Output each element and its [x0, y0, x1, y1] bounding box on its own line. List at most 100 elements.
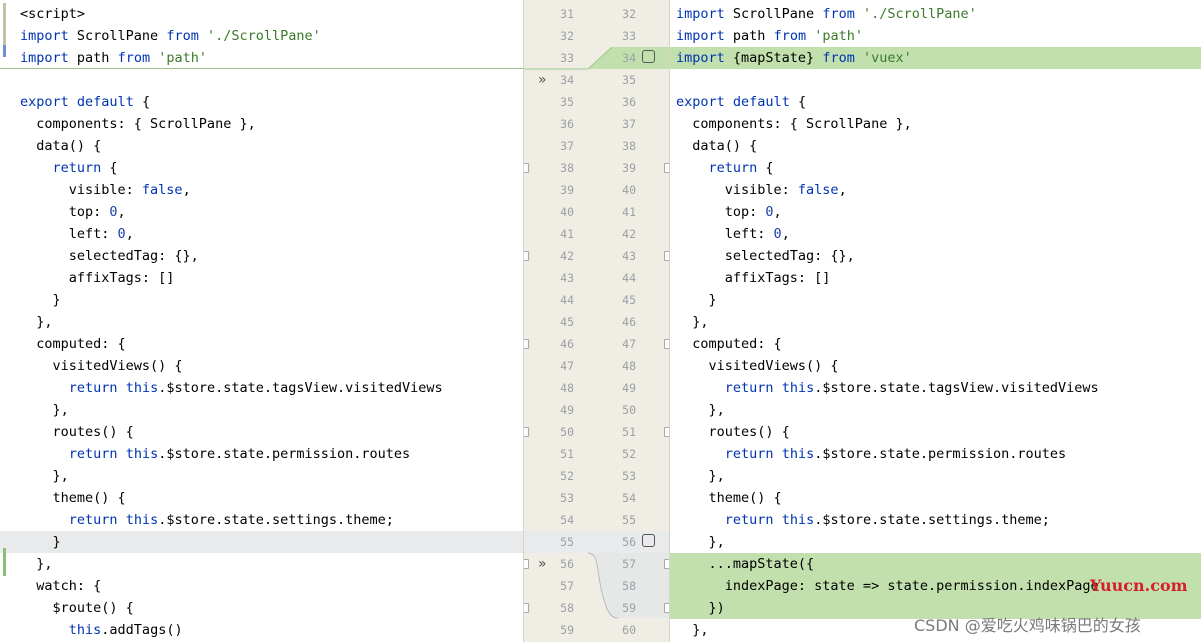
left-code-line[interactable]: top: 0, [0, 201, 523, 223]
left-code-line[interactable]: $route() { [0, 597, 523, 619]
left-code-line[interactable]: data() { [0, 135, 523, 157]
right-line-number: 58 [622, 579, 636, 593]
right-line-number: 57 [622, 557, 636, 571]
left-code-line[interactable]: watch: { [0, 575, 523, 597]
left-code-line[interactable]: return this.$store.state.permission.rout… [0, 443, 523, 465]
right-code-line[interactable]: affixTags: [] [670, 267, 1201, 289]
left-code-line[interactable]: selectedTag: {}, [0, 245, 523, 267]
right-code-line[interactable]: return this.$store.state.permission.rout… [670, 443, 1201, 465]
left-code-line[interactable]: import path from 'path' [0, 47, 523, 69]
left-code-text: <script> [20, 6, 86, 22]
right-code-line[interactable]: visitedViews() { [670, 355, 1201, 377]
checkbox-icon[interactable] [642, 50, 655, 63]
left-line-number: 41 [560, 227, 574, 241]
left-code-line[interactable]: <script> [0, 3, 523, 25]
right-code-line[interactable]: }, [670, 311, 1201, 333]
left-code-line[interactable]: left: 0, [0, 223, 523, 245]
left-line-number: 35 [560, 95, 574, 109]
left-code-line[interactable]: affixTags: [] [0, 267, 523, 289]
fold-marker-icon[interactable] [524, 427, 529, 437]
left-code-line[interactable]: }, [0, 399, 523, 421]
right-code-text: indexPage: state => state.permission.ind… [676, 578, 1099, 594]
right-code-text: }, [676, 314, 709, 330]
left-line-number: 52 [560, 469, 574, 483]
left-code-text: }, [20, 556, 53, 572]
left-line-number: 43 [560, 271, 574, 285]
right-code-text: theme() { [676, 490, 782, 506]
change-marker[interactable] [3, 3, 6, 47]
left-code-line[interactable]: } [0, 289, 523, 311]
left-code-line[interactable]: }, [0, 465, 523, 487]
right-line-number: 46 [622, 315, 636, 329]
right-line-number: 47 [622, 337, 636, 351]
right-line-number: 35 [622, 73, 636, 87]
apply-change-chevron-icon[interactable]: » [538, 556, 547, 572]
right-code-line[interactable]: routes() { [670, 421, 1201, 443]
left-code-line[interactable]: components: { ScrollPane }, [0, 113, 523, 135]
right-code-text: }) [676, 600, 725, 616]
right-code-line[interactable]: import {mapState} from 'vuex' [670, 47, 1201, 69]
right-line-number: 54 [622, 491, 636, 505]
left-code-line[interactable]: this.addTags() [0, 619, 523, 641]
left-code-text: visitedViews() { [20, 358, 183, 374]
right-code-line[interactable]: return this.$store.state.settings.theme; [670, 509, 1201, 531]
right-line-number: 59 [622, 601, 636, 615]
right-code-line[interactable] [670, 69, 1201, 91]
right-code-line[interactable]: visible: false, [670, 179, 1201, 201]
left-code-line[interactable]: return { [0, 157, 523, 179]
right-code-line[interactable]: }, [670, 399, 1201, 421]
left-code-line[interactable]: } [0, 531, 523, 553]
right-code-line[interactable]: computed: { [670, 333, 1201, 355]
fold-marker-icon[interactable] [524, 559, 529, 569]
fold-marker-icon[interactable] [524, 163, 529, 173]
right-editor-pane[interactable]: import ScrollPane from './ScrollPane' imp… [670, 0, 1201, 642]
left-code-text: data() { [20, 138, 102, 154]
left-code-line[interactable]: routes() { [0, 421, 523, 443]
right-code-line[interactable]: left: 0, [670, 223, 1201, 245]
right-code-line[interactable]: components: { ScrollPane }, [670, 113, 1201, 135]
right-code-line[interactable]: } [670, 289, 1201, 311]
left-line-number: 44 [560, 293, 574, 307]
right-code-line[interactable]: return this.$store.state.tagsView.visite… [670, 377, 1201, 399]
left-code-line[interactable]: }, [0, 311, 523, 333]
left-line-number: 50 [560, 425, 574, 439]
left-code-line[interactable]: computed: { [0, 333, 523, 355]
change-marker[interactable] [3, 548, 6, 576]
right-code-line[interactable]: selectedTag: {}, [670, 245, 1201, 267]
right-code-line[interactable]: return { [670, 157, 1201, 179]
right-code-line[interactable]: import ScrollPane from './ScrollPane' [670, 3, 1201, 25]
change-marker[interactable] [3, 45, 6, 57]
right-code-line[interactable]: import path from 'path' [670, 25, 1201, 47]
fold-marker-icon[interactable] [524, 251, 529, 261]
left-code-line[interactable]: theme() { [0, 487, 523, 509]
left-code-line[interactable]: return this.$store.state.tagsView.visite… [0, 377, 523, 399]
right-code-line[interactable]: ...mapState({ [670, 553, 1201, 575]
right-line-number: 48 [622, 359, 636, 373]
left-line-number: 33 [560, 51, 574, 65]
left-code-line[interactable]: visible: false, [0, 179, 523, 201]
right-code-line[interactable]: top: 0, [670, 201, 1201, 223]
left-line-number: 51 [560, 447, 574, 461]
left-code-text: selectedTag: {}, [20, 248, 199, 264]
right-code-line[interactable]: theme() { [670, 487, 1201, 509]
right-code-line[interactable]: }, [670, 465, 1201, 487]
right-line-number: 45 [622, 293, 636, 307]
left-line-number: 49 [560, 403, 574, 417]
checkbox-icon[interactable] [642, 534, 655, 547]
left-code-line[interactable]: }, [0, 553, 523, 575]
right-code-text: visitedViews() { [676, 358, 839, 374]
left-code-text: }, [20, 314, 53, 330]
right-line-number: 40 [622, 183, 636, 197]
right-code-line[interactable]: data() { [670, 135, 1201, 157]
apply-change-chevron-icon[interactable]: » [538, 72, 547, 88]
left-code-line[interactable]: import ScrollPane from './ScrollPane' [0, 25, 523, 47]
left-editor-pane[interactable]: <script> import ScrollPane from './Scroll… [0, 0, 523, 642]
right-code-line[interactable]: }, [670, 531, 1201, 553]
left-code-line[interactable]: return this.$store.state.settings.theme; [0, 509, 523, 531]
fold-marker-icon[interactable] [524, 339, 529, 349]
fold-marker-icon[interactable] [524, 603, 529, 613]
left-code-line[interactable]: export default { [0, 91, 523, 113]
left-code-line[interactable] [0, 69, 523, 91]
left-code-line[interactable]: visitedViews() { [0, 355, 523, 377]
right-code-line[interactable]: export default { [670, 91, 1201, 113]
